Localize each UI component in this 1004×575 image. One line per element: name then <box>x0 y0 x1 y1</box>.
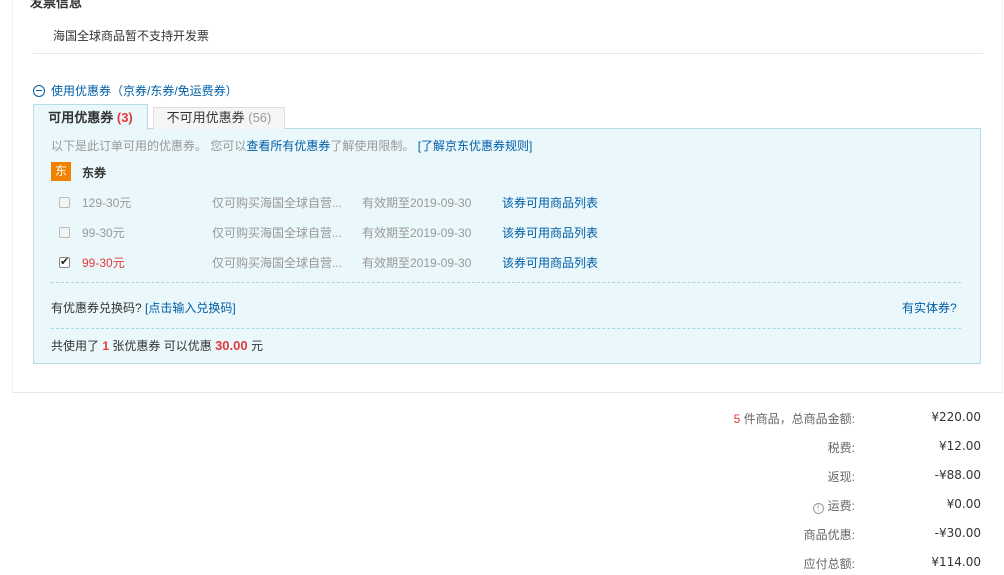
view-all-coupons-link[interactable]: 查看所有优惠券 <box>246 139 330 153</box>
dashed-divider <box>51 328 961 329</box>
coupon-goods-list-link[interactable]: 该券可用商品列表 <box>502 194 598 211</box>
tab-available-count: (3) <box>116 110 133 125</box>
coupon-section-toggle[interactable]: 使用优惠券（京券/东券/免运费券） <box>33 82 238 99</box>
summary-amount: 30.00 <box>215 338 248 353</box>
intro-prefix: 以下是此订单可用的优惠券。 您可以 <box>51 139 247 153</box>
rebate-label: 返现: <box>827 470 855 484</box>
coupon-checkbox-checked[interactable] <box>59 255 70 268</box>
coupon-row[interactable]: 129-30元 仅可购买海国全球自营... 有效期至2019-09-30 该券可… <box>59 194 619 214</box>
coupon-amount: 99-30元 <box>82 226 125 240</box>
payable-label: 应付总额: <box>803 557 855 571</box>
summary-suffix: 元 <box>250 339 263 353</box>
total-goods-label: 5 件商品，总商品金额: <box>734 410 855 427</box>
tab-available-label: 可用优惠券 <box>48 110 114 125</box>
coupon-row[interactable]: 99-30元 仅可购买海国全球自营... 有效期至2019-09-30 该券可用… <box>59 224 619 244</box>
coupon-goods-list-link[interactable]: 该券可用商品列表 <box>502 254 598 271</box>
enter-redeem-code-link[interactable]: [点击输入兑换码] <box>145 301 236 315</box>
total-goods-row: 5 件商品，总商品金额: ¥220.00 <box>600 410 983 430</box>
intro-mid: 了解使用限制。 <box>330 139 415 153</box>
tax-label: 税费: <box>827 441 855 455</box>
invoice-section-title: 发票信息 <box>30 0 83 10</box>
coupon-intro: 以下是此订单可用的优惠券。 您可以查看所有优惠券了解使用限制。 [了解京东优惠券… <box>51 137 532 154</box>
shipping-label-wrap: ! 运费: <box>812 497 855 514</box>
coupon-checkbox[interactable] <box>59 227 70 238</box>
goods-count: 5 <box>733 412 741 426</box>
coupon-summary: 共使用了 1 张优惠券 可以优惠 30.00 元 <box>51 337 263 354</box>
shipping-row: ! 运费: ¥0.00 <box>600 497 983 517</box>
info-icon[interactable]: ! <box>812 502 824 514</box>
goods-label-text: 件商品，总商品金额: <box>743 412 855 426</box>
redeem-code-row: 有优惠券兑换码? [点击输入兑换码] <box>51 299 236 316</box>
coupon-checkbox[interactable] <box>59 197 70 208</box>
discount-value: -¥30.00 <box>934 526 981 540</box>
coupon-scope: 仅可购买海国全球自营... <box>212 196 343 210</box>
summary-count: 1 <box>102 339 110 353</box>
rebate-row: 返现: -¥88.00 <box>600 468 983 488</box>
coupon-scope: 仅可购买海国全球自营... <box>212 226 343 240</box>
discount-label: 商品优惠: <box>803 528 855 542</box>
coupon-scope: 仅可购买海国全球自营... <box>212 256 343 270</box>
summary-prefix: 共使用了 <box>51 339 100 353</box>
redeem-prefix: 有优惠券兑换码? <box>51 301 142 315</box>
coupon-goods-list-link[interactable]: 该券可用商品列表 <box>502 224 598 241</box>
tab-unavailable-count: (56) <box>248 110 272 125</box>
section-divider <box>33 53 983 54</box>
summary-mid: 张优惠券 可以优惠 <box>112 339 212 353</box>
coupon-toggle-label[interactable]: 使用优惠券（京券/东券/免运费券） <box>51 82 238 99</box>
coupon-amount: 99-30元 <box>82 256 125 270</box>
shipping-label: 运费: <box>827 499 855 513</box>
payable-row: 应付总额: ¥114.00 <box>600 555 983 575</box>
dong-coupon-badge-icon: 东 <box>51 162 71 181</box>
coupon-row-selected[interactable]: 99-30元 仅可购买海国全球自营... 有效期至2019-09-30 该券可用… <box>59 254 619 274</box>
discount-row: 商品优惠: -¥30.00 <box>600 526 983 546</box>
coupon-amount: 129-30元 <box>82 196 132 210</box>
rebate-value: -¥88.00 <box>934 468 981 482</box>
coupon-expiry: 有效期至2019-09-30 <box>362 196 472 210</box>
coupon-rules-link[interactable]: [了解京东优惠券规则] <box>418 139 533 153</box>
physical-coupon-link[interactable]: 有实体券? <box>902 299 957 316</box>
payable-value: ¥114.00 <box>931 555 981 569</box>
coupon-expiry: 有效期至2019-09-30 <box>362 226 472 240</box>
coupon-group-label: 东券 <box>82 166 107 180</box>
tax-row: 税费: ¥12.00 <box>600 439 983 459</box>
tab-available-coupons[interactable]: 可用优惠券 (3) <box>33 104 148 130</box>
dashed-divider <box>51 282 961 283</box>
total-goods-value: ¥220.00 <box>931 410 981 424</box>
tab-unavailable-coupons[interactable]: 不可用优惠券 (56) <box>153 107 285 129</box>
shipping-value: ¥0.00 <box>946 497 981 511</box>
tab-unavailable-label: 不可用优惠券 <box>166 110 245 125</box>
coupon-expiry: 有效期至2019-09-30 <box>362 256 472 270</box>
collapse-minus-icon[interactable] <box>33 84 45 97</box>
tax-value: ¥12.00 <box>939 439 981 453</box>
invoice-note: 海国全球商品暂不支持开发票 <box>53 29 210 43</box>
